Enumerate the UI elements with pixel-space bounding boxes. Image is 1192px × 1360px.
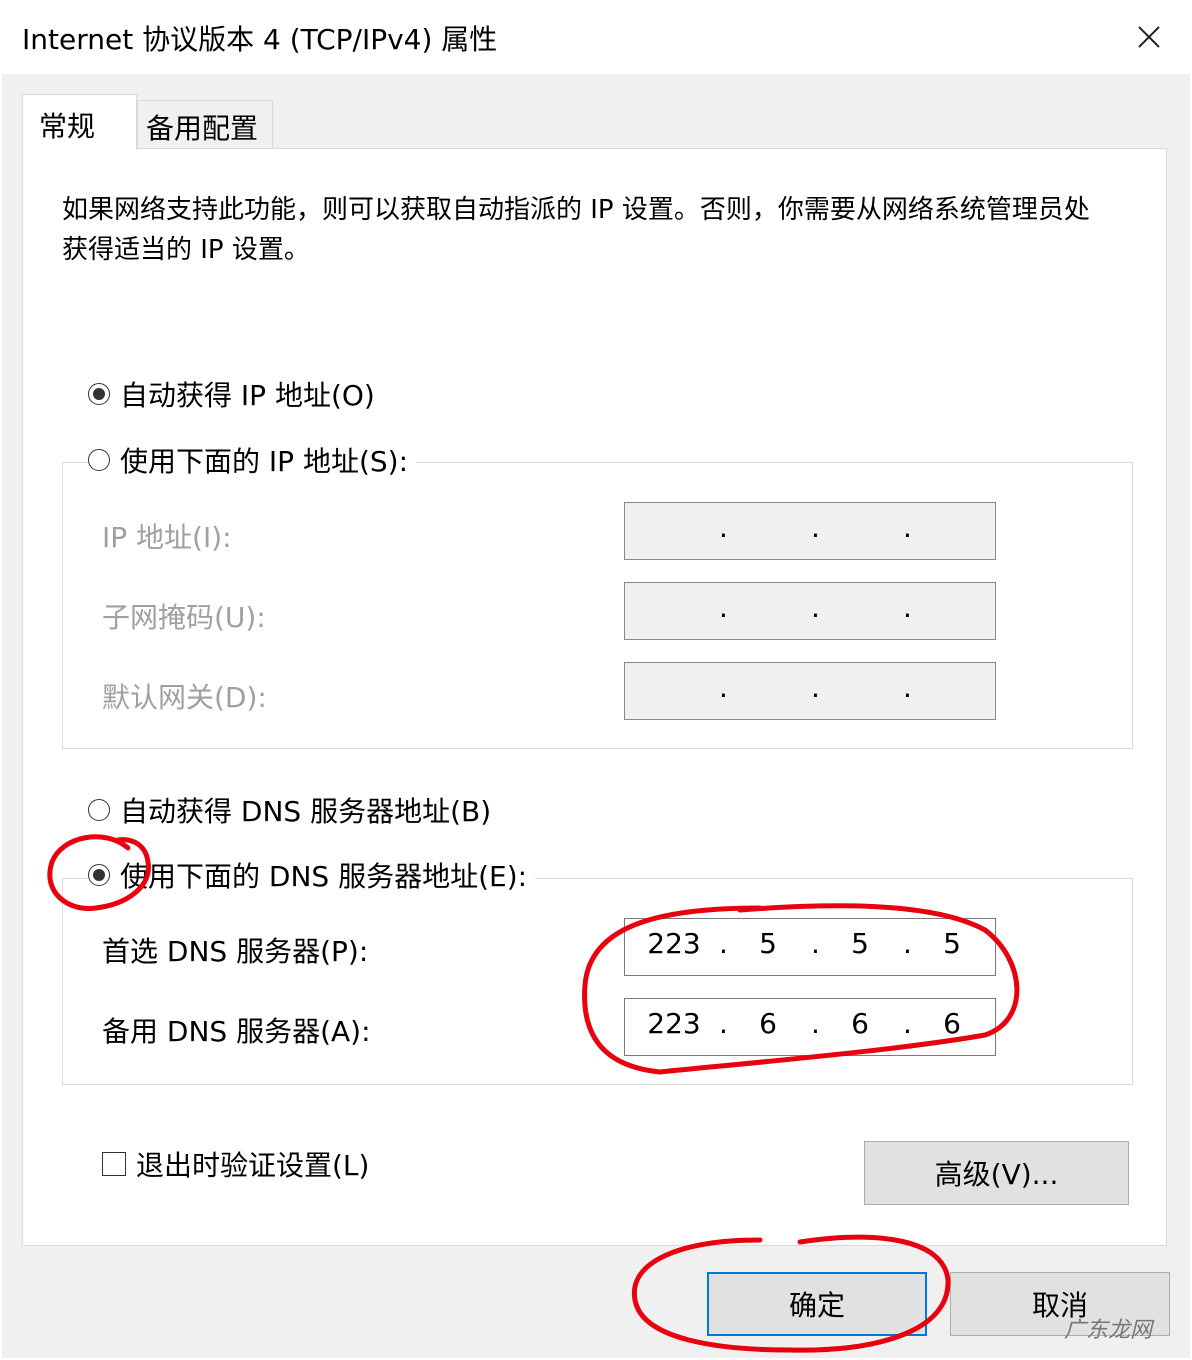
octet-separator: . <box>811 927 820 960</box>
octet-1: 223 <box>647 927 701 960</box>
auto-dns-radio[interactable]: 自动获得 DNS 服务器地址(B) <box>88 790 500 830</box>
octet-4: 6 <box>943 1007 961 1040</box>
radio-button[interactable] <box>88 799 110 821</box>
alternate-dns-input[interactable]: 223 . 6 . 6 . 6 <box>624 998 996 1056</box>
octet-1: 223 <box>647 1007 701 1040</box>
preferred-dns-input[interactable]: 223 . 5 . 5 . 5 <box>624 918 996 976</box>
validate-on-exit-label: 退出时验证设置(L) <box>136 1149 370 1182</box>
octet-separator: . <box>719 927 728 960</box>
default-gateway-label: 默认网关(D): <box>102 681 267 714</box>
close-button[interactable] <box>1118 12 1180 62</box>
description-text: 如果网络支持此功能，则可以获取自动指派的 IP 设置。否则，你需要从网络系统管理… <box>62 195 1090 265</box>
auto-ip-radio[interactable]: 自动获得 IP 地址(O) <box>88 374 383 414</box>
radio-button-selected[interactable] <box>88 383 110 405</box>
radio-button-selected[interactable] <box>88 864 110 886</box>
watermark-text: 广东龙网 <box>1063 1318 1152 1343</box>
octet-separator: . <box>903 671 912 704</box>
validate-on-exit-checkbox[interactable]: 退出时验证设置(L) <box>102 1144 369 1184</box>
octet-separator: . <box>719 1007 728 1040</box>
octet-separator: . <box>903 927 912 960</box>
octet-2: 6 <box>759 1007 777 1040</box>
manual-ip-label: 使用下面的 IP 地址(S): <box>120 445 408 478</box>
octet-separator: . <box>903 1007 912 1040</box>
ip-address-label: IP 地址(I): <box>102 521 232 554</box>
auto-ip-label: 自动获得 IP 地址(O) <box>120 379 375 412</box>
window-title: Internet 协议版本 4 (TCP/IPv4) 属性 <box>22 23 498 56</box>
tab-general[interactable]: 常规 <box>22 94 137 150</box>
manual-dns-label: 使用下面的 DNS 服务器地址(E): <box>120 860 528 893</box>
preferred-dns-label: 首选 DNS 服务器(P): <box>102 935 369 968</box>
octet-separator: . <box>811 671 820 704</box>
octet-3: 5 <box>851 927 869 960</box>
octet-4: 5 <box>943 927 961 960</box>
subnet-mask-label: 子网掩码(U): <box>102 601 266 634</box>
advanced-button[interactable]: 高级(V)... <box>864 1141 1129 1205</box>
alternate-dns-label: 备用 DNS 服务器(A): <box>102 1015 371 1048</box>
ok-button[interactable]: 确定 <box>707 1272 927 1336</box>
manual-dns-radio[interactable]: 使用下面的 DNS 服务器地址(E): <box>88 855 536 895</box>
octet-separator: . <box>811 511 820 544</box>
auto-dns-label: 自动获得 DNS 服务器地址(B) <box>120 795 492 828</box>
octet-2: 5 <box>759 927 777 960</box>
close-icon <box>1138 26 1160 48</box>
octet-separator: . <box>719 511 728 544</box>
manual-ip-radio[interactable]: 使用下面的 IP 地址(S): <box>88 440 416 480</box>
octet-separator: . <box>719 671 728 704</box>
octet-separator: . <box>719 591 728 624</box>
ip-address-input[interactable]: . . . <box>624 502 996 560</box>
octet-separator: . <box>903 591 912 624</box>
default-gateway-input[interactable]: . . . <box>624 662 996 720</box>
tab-alternate-configuration[interactable]: 备用配置 <box>137 100 273 148</box>
checkbox-box[interactable] <box>102 1152 126 1176</box>
radio-dot <box>93 869 105 881</box>
octet-separator: . <box>903 511 912 544</box>
subnet-mask-input[interactable]: . . . <box>624 582 996 640</box>
title-bar: Internet 协议版本 4 (TCP/IPv4) 属性 <box>0 0 1192 74</box>
octet-separator: . <box>811 1007 820 1040</box>
octet-separator: . <box>811 591 820 624</box>
radio-dot <box>93 388 105 400</box>
octet-3: 6 <box>851 1007 869 1040</box>
radio-button[interactable] <box>88 449 110 471</box>
